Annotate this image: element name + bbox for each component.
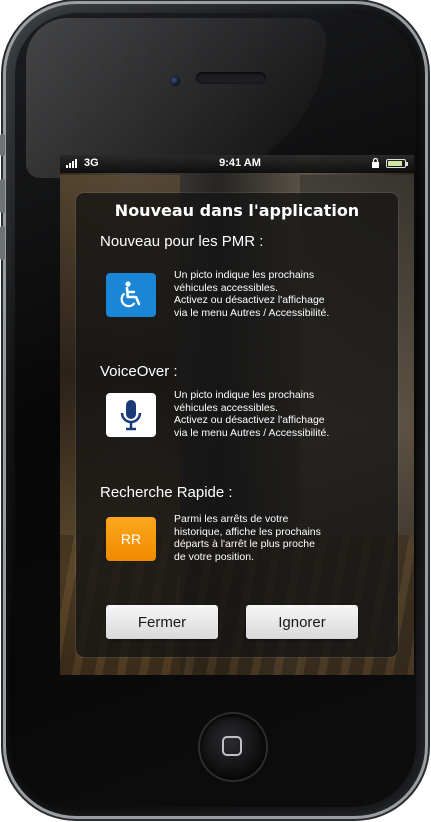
mute-switch	[0, 134, 5, 156]
network-type: 3G	[84, 157, 99, 169]
feature-pmr-text: Un picto indique les prochains véhicules…	[174, 269, 330, 319]
section-title-pmr: Nouveau pour les PMR :	[100, 233, 264, 250]
close-button[interactable]: Fermer	[106, 605, 218, 639]
signal-strength-icon	[66, 158, 77, 168]
wheelchair-icon	[106, 273, 156, 317]
rr-icon-label: RR	[120, 531, 142, 547]
volume-up-button	[0, 179, 5, 213]
battery-level	[388, 161, 403, 166]
section-title-recherche: Recherche Rapide :	[100, 484, 233, 501]
home-button[interactable]	[200, 714, 266, 780]
home-square-icon	[222, 736, 242, 756]
phone-screen: 3G 9:41 AM Nouveau dans l'application No…	[60, 155, 414, 675]
volume-down-button	[0, 226, 5, 260]
dialog-title: Nouveau dans l'application	[114, 201, 360, 220]
lock-rotation-icon	[372, 158, 379, 168]
feature-pmr: Un picto indique les prochains véhicules…	[106, 269, 396, 339]
feature-voiceover: Un picto indique les prochains véhicules…	[106, 389, 396, 459]
microphone-icon	[106, 393, 156, 437]
front-camera	[170, 76, 180, 86]
section-title-voiceover: VoiceOver :	[100, 363, 178, 380]
whats-new-dialog: Nouveau dans l'application Nouveau pour …	[76, 193, 398, 657]
feature-recherche: RR Parmi les arrêts de votre historique,…	[106, 513, 396, 583]
status-bar: 3G 9:41 AM	[60, 155, 414, 173]
ignore-button[interactable]: Ignorer	[246, 605, 358, 639]
status-time: 9:41 AM	[219, 157, 261, 169]
feature-recherche-text: Parmi les arrêts de votre historique, af…	[174, 513, 321, 563]
rr-icon: RR	[106, 517, 156, 561]
earpiece-speaker	[196, 72, 266, 84]
feature-voiceover-text: Un picto indique les prochains véhicules…	[174, 389, 330, 439]
battery-icon	[386, 159, 408, 168]
